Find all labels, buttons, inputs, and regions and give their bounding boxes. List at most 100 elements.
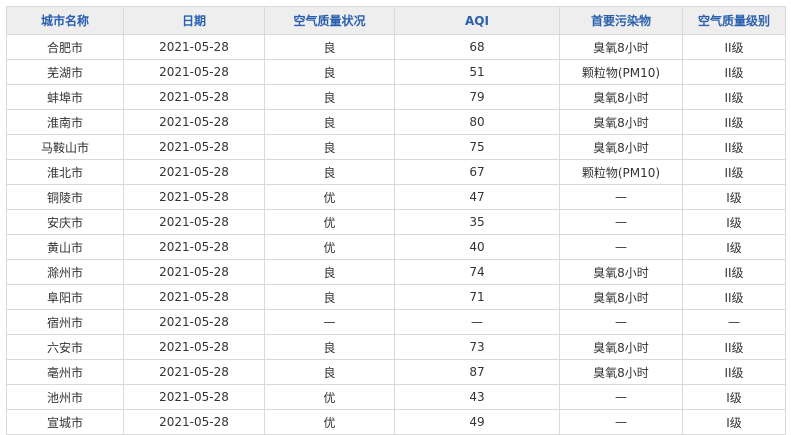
date-cell: 2021-05-28 <box>123 384 265 410</box>
status-cell: 优 <box>264 209 395 235</box>
pollutant-cell: 颗粒物(PM10) <box>559 59 683 85</box>
city-name-cell: 安庆市 <box>6 209 124 235</box>
city-name-cell: 阜阳市 <box>6 284 124 310</box>
status-cell: 良 <box>264 84 395 110</box>
status-cell: 良 <box>264 259 395 285</box>
aqi-cell: 71 <box>394 284 560 310</box>
table-row: 亳州市 2021-05-28 良 87 臭氧8小时 II级 <box>6 359 786 385</box>
date-cell: 2021-05-28 <box>123 284 265 310</box>
date-cell: 2021-05-28 <box>123 184 265 210</box>
level-cell: II级 <box>682 84 786 110</box>
table-row: 蚌埠市 2021-05-28 良 79 臭氧8小时 II级 <box>6 84 786 110</box>
pollutant-cell: — <box>559 384 683 410</box>
level-cell: II级 <box>682 59 786 85</box>
city-name-cell: 芜湖市 <box>6 59 124 85</box>
pollutant-cell: 臭氧8小时 <box>559 284 683 310</box>
date-cell: 2021-05-28 <box>123 159 265 185</box>
pollutant-cell: — <box>559 209 683 235</box>
status-cell: 优 <box>264 409 395 435</box>
city-name-cell: 亳州市 <box>6 359 124 385</box>
level-cell: I级 <box>682 409 786 435</box>
date-cell: 2021-05-28 <box>123 234 265 260</box>
header-air-quality-level: 空气质量级别 <box>682 6 786 35</box>
aqi-cell: 49 <box>394 409 560 435</box>
table-row: 阜阳市 2021-05-28 良 71 臭氧8小时 II级 <box>6 284 786 310</box>
aqi-cell: — <box>394 309 560 335</box>
date-cell: 2021-05-28 <box>123 84 265 110</box>
status-cell: 优 <box>264 384 395 410</box>
table-row: 黄山市 2021-05-28 优 40— I级 <box>6 234 786 260</box>
header-date: 日期 <box>123 6 265 35</box>
table-row: 合肥市 2021-05-28 良 68 臭氧8小时 II级 <box>6 34 786 60</box>
date-cell: 2021-05-28 <box>123 59 265 85</box>
city-name-cell: 池州市 <box>6 384 124 410</box>
pollutant-cell: 臭氧8小时 <box>559 109 683 135</box>
aqi-cell: 47 <box>394 184 560 210</box>
aqi-cell: 74 <box>394 259 560 285</box>
pollutant-cell: 臭氧8小时 <box>559 334 683 360</box>
date-cell: 2021-05-28 <box>123 209 265 235</box>
city-name-cell: 黄山市 <box>6 234 124 260</box>
header-primary-pollutant: 首要污染物 <box>559 6 683 35</box>
city-name-cell: 铜陵市 <box>6 184 124 210</box>
table-row: 安庆市 2021-05-28 优 35— I级 <box>6 209 786 235</box>
table-row: 芜湖市 2021-05-28 良 51 颗粒物(PM10) II级 <box>6 59 786 85</box>
status-cell: 良 <box>264 284 395 310</box>
pollutant-cell: 颗粒物(PM10) <box>559 159 683 185</box>
aqi-cell: 35 <box>394 209 560 235</box>
level-cell: I级 <box>682 384 786 410</box>
aqi-cell: 73 <box>394 334 560 360</box>
date-cell: 2021-05-28 <box>123 409 265 435</box>
pollutant-cell: 臭氧8小时 <box>559 34 683 60</box>
air-quality-table: 城市名称 日期 空气质量状况 AQI 首要污染物 空气质量级别 合肥市 2021-… <box>6 6 786 435</box>
date-cell: 2021-05-28 <box>123 359 265 385</box>
level-cell: II级 <box>682 34 786 60</box>
city-name-cell: 宿州市 <box>6 309 124 335</box>
pollutant-cell: 臭氧8小时 <box>559 359 683 385</box>
city-name-cell: 宣城市 <box>6 409 124 435</box>
aqi-cell: 75 <box>394 134 560 160</box>
level-cell: I级 <box>682 184 786 210</box>
date-cell: 2021-05-28 <box>123 334 265 360</box>
table-row: 铜陵市 2021-05-28 优 47— I级 <box>6 184 786 210</box>
city-name-cell: 蚌埠市 <box>6 84 124 110</box>
status-cell: 良 <box>264 109 395 135</box>
table-row: 六安市 2021-05-28 良 73 臭氧8小时 II级 <box>6 334 786 360</box>
city-name-cell: 马鞍山市 <box>6 134 124 160</box>
pollutant-cell: — <box>559 309 683 335</box>
status-cell: 良 <box>264 34 395 60</box>
pollutant-cell: — <box>559 184 683 210</box>
aqi-cell: 51 <box>394 59 560 85</box>
status-cell: 优 <box>264 184 395 210</box>
aqi-cell: 79 <box>394 84 560 110</box>
pollutant-cell: 臭氧8小时 <box>559 134 683 160</box>
level-cell: — <box>682 309 786 335</box>
level-cell: I级 <box>682 209 786 235</box>
level-cell: II级 <box>682 159 786 185</box>
status-cell: 良 <box>264 134 395 160</box>
pollutant-cell: 臭氧8小时 <box>559 259 683 285</box>
level-cell: II级 <box>682 359 786 385</box>
date-cell: 2021-05-28 <box>123 309 265 335</box>
table-row: 池州市 2021-05-28 优 43— I级 <box>6 384 786 410</box>
header-aqi: AQI <box>394 6 560 35</box>
pollutant-cell: — <box>559 409 683 435</box>
date-cell: 2021-05-28 <box>123 259 265 285</box>
aqi-cell: 80 <box>394 109 560 135</box>
aqi-cell: 67 <box>394 159 560 185</box>
status-cell: — <box>264 309 395 335</box>
aqi-cell: 40 <box>394 234 560 260</box>
date-cell: 2021-05-28 <box>123 34 265 60</box>
status-cell: 优 <box>264 234 395 260</box>
level-cell: II级 <box>682 134 786 160</box>
status-cell: 良 <box>264 334 395 360</box>
header-air-quality-status: 空气质量状况 <box>264 6 395 35</box>
city-name-cell: 淮北市 <box>6 159 124 185</box>
table-row: 淮南市 2021-05-28 良 80 臭氧8小时 II级 <box>6 109 786 135</box>
pollutant-cell: — <box>559 234 683 260</box>
level-cell: I级 <box>682 234 786 260</box>
table-row: 淮北市 2021-05-28 良 67 颗粒物(PM10) II级 <box>6 159 786 185</box>
header-city-name: 城市名称 <box>6 6 124 35</box>
aqi-cell: 43 <box>394 384 560 410</box>
table-row: 宿州市 2021-05-28— — — — <box>6 309 786 335</box>
